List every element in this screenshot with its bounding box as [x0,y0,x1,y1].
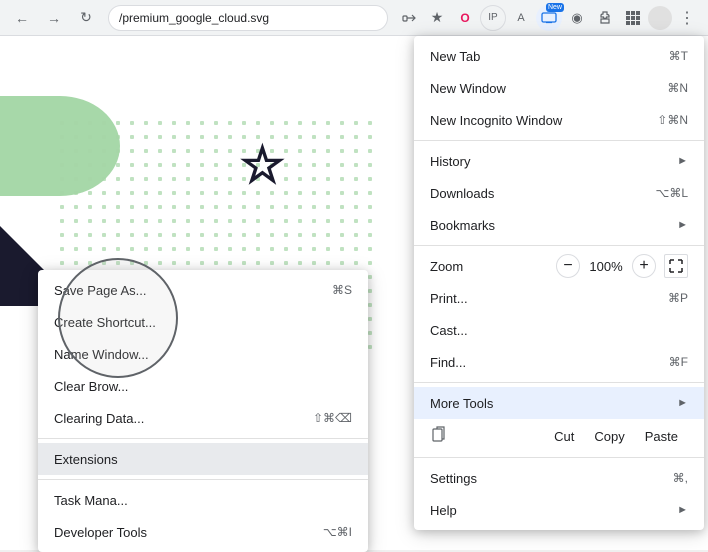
grid-icon[interactable] [620,5,646,31]
sub-menu-task-manager[interactable]: Task Mana... [38,484,368,516]
menu-item-incognito[interactable]: New Incognito Window ⇧⌘N [414,104,704,136]
back-button[interactable]: ← [8,4,36,32]
history-label: History [430,154,669,169]
main-menu: New Tab ⌘T New Window ⌘N New Incognito W… [414,36,704,530]
sub-menu-save-page[interactable]: Save Page As... ⌘S [38,274,368,306]
sub-menu: Save Page As... ⌘S Create Shortcut... Na… [38,270,368,552]
opera-icon[interactable]: O [452,5,478,31]
more-tools-arrow: ► [677,397,688,409]
sub-divider-2 [38,479,368,480]
sub-menu-clear-brow[interactable]: Clear Brow... [38,370,368,402]
incognito-label: New Incognito Window [430,113,641,128]
clear-brow-label: Clear Brow... [54,379,128,394]
divider-1 [414,140,704,141]
star-icon-1: ☆ [240,136,285,194]
sub-menu-extensions[interactable]: Extensions [38,443,368,475]
address-text: /premium_google_cloud.svg [119,11,269,25]
zoom-value: 100% [588,259,624,274]
more-tools-label: More Tools [430,396,669,411]
cut-button[interactable]: Cut [544,425,584,448]
zoom-label: Zoom [430,259,548,274]
sub-menu-clearing-data[interactable]: Clearing Data... ⇧⌘⌫ [38,402,368,434]
downloads-label: Downloads [430,186,639,201]
chrome-toolbar: ← → ↻ /premium_google_cloud.svg ★ O IP A [0,0,708,36]
print-label: Print... [430,291,652,306]
paste-button[interactable]: Paste [635,425,688,448]
ccp-row: Cut Copy Paste [414,419,704,453]
task-manager-label: Task Mana... [54,493,128,508]
create-shortcut-label: Create Shortcut... [54,315,156,330]
menu-item-print[interactable]: Print... ⌘P [414,282,704,314]
color-picker-icon[interactable]: ◉ [564,5,590,31]
clearing-data-label: Clearing Data... [54,411,144,426]
forward-button[interactable]: → [40,4,68,32]
toolbar-icons: ★ O IP A ◉ [396,5,700,31]
sub-menu-create-shortcut[interactable]: Create Shortcut... [38,306,368,338]
menu-icon[interactable]: ⋮ [674,5,700,31]
new-window-shortcut: ⌘N [667,81,688,95]
divider-4 [414,457,704,458]
bookmark-icon[interactable]: ★ [424,5,450,31]
menu-item-new-window[interactable]: New Window ⌘N [414,72,704,104]
menu-item-history[interactable]: History ► [414,145,704,177]
settings-shortcut: ⌘, [673,471,688,485]
dev-tools-label: Developer Tools [54,525,147,540]
zoom-plus-button[interactable]: + [632,254,656,278]
downloads-shortcut: ⌥⌘L [655,186,688,200]
divider-3 [414,382,704,383]
share-icon[interactable] [396,5,422,31]
divider-2 [414,245,704,246]
incognito-shortcut: ⇧⌘N [657,113,688,127]
zoom-row: Zoom − 100% + [414,250,704,282]
menu-item-settings[interactable]: Settings ⌘, [414,462,704,494]
ccp-icon-area [430,424,544,449]
settings-label: Settings [430,471,657,486]
cast-label: Cast... [430,323,688,338]
bookmarks-label: Bookmarks [430,218,669,233]
reload-button[interactable]: ↻ [72,4,100,32]
ip-icon[interactable]: IP [480,5,506,31]
menu-item-help[interactable]: Help ► [414,494,704,526]
sub-menu-name-window[interactable]: Name Window... [38,338,368,370]
menu-item-bookmarks[interactable]: Bookmarks ► [414,209,704,241]
menu-item-new-tab[interactable]: New Tab ⌘T [414,40,704,72]
save-page-shortcut: ⌘S [332,283,352,297]
translate-icon[interactable]: A [508,5,534,31]
history-arrow: ► [677,155,688,167]
find-label: Find... [430,355,653,370]
new-tab-shortcut: ⌘T [669,49,688,63]
address-bar[interactable]: /premium_google_cloud.svg [108,5,388,31]
help-label: Help [430,503,669,518]
menu-item-more-tools[interactable]: More Tools ► [414,387,704,419]
sub-menu-dev-tools[interactable]: Developer Tools ⌥⌘I [38,516,368,548]
clearing-data-shortcut: ⇧⌘⌫ [313,411,352,425]
screencast-icon[interactable] [536,5,562,31]
print-shortcut: ⌘P [668,291,688,305]
menu-item-downloads[interactable]: Downloads ⌥⌘L [414,177,704,209]
sub-divider-1 [38,438,368,439]
bookmarks-arrow: ► [677,219,688,231]
menu-item-find[interactable]: Find... ⌘F [414,346,704,378]
find-shortcut: ⌘F [669,355,688,369]
name-window-label: Name Window... [54,347,149,362]
extensions-label: Extensions [54,452,118,467]
save-page-label: Save Page As... [54,283,147,298]
new-window-label: New Window [430,81,651,96]
profile-icon[interactable] [648,6,672,30]
help-arrow: ► [677,504,688,516]
copy-button[interactable]: Copy [584,425,634,448]
dev-tools-shortcut: ⌥⌘I [323,525,352,539]
zoom-fullscreen-button[interactable] [664,254,688,278]
new-tab-label: New Tab [430,49,653,64]
zoom-minus-button[interactable]: − [556,254,580,278]
menu-item-cast[interactable]: Cast... [414,314,704,346]
extensions-puzzle-icon[interactable] [592,5,618,31]
